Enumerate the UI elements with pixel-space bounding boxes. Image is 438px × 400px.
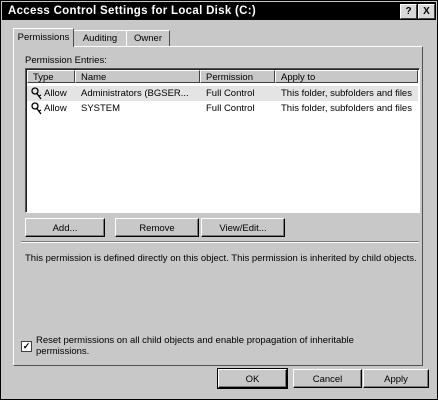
- table-row[interactable]: Allow Administrators (BGSER... Full Cont…: [27, 86, 418, 101]
- cell-name: Administrators (BGSER...: [81, 88, 189, 99]
- apply-button[interactable]: Apply: [363, 369, 429, 388]
- cell-type: Allow: [44, 88, 67, 99]
- window-title: Access Control Settings for Local Disk (…: [8, 5, 257, 17]
- cancel-button[interactable]: Cancel: [293, 369, 362, 388]
- key-icon: [31, 87, 42, 100]
- cell-permission: Full Control: [206, 103, 255, 114]
- access-control-dialog: Access Control Settings for Local Disk (…: [0, 0, 438, 400]
- cell-apply-to: This folder, subfolders and files: [281, 103, 412, 114]
- help-button[interactable]: ?: [400, 4, 417, 19]
- column-header-apply-to[interactable]: Apply to: [275, 70, 418, 83]
- separator: [21, 241, 419, 243]
- cell-type: Allow: [44, 103, 67, 114]
- column-header-type[interactable]: Type: [27, 70, 75, 83]
- cell-apply-to: This folder, subfolders and files: [281, 88, 412, 99]
- tab-owner[interactable]: Owner: [126, 30, 170, 46]
- ok-button[interactable]: OK: [217, 368, 288, 389]
- permission-entries-label: Permission Entries:: [25, 55, 107, 66]
- table-row[interactable]: Allow SYSTEM Full Control This folder, s…: [27, 101, 418, 116]
- reset-permissions-label[interactable]: Reset permissions on all child objects a…: [36, 335, 396, 357]
- tab-permissions[interactable]: Permissions: [13, 28, 74, 47]
- add-button[interactable]: Add...: [25, 218, 105, 237]
- cell-permission: Full Control: [206, 88, 255, 99]
- reset-permissions-checkbox[interactable]: ✓: [21, 341, 32, 352]
- view-edit-button[interactable]: View/Edit...: [201, 218, 285, 237]
- remove-button[interactable]: Remove: [115, 218, 199, 237]
- column-header-permission[interactable]: Permission: [200, 70, 275, 83]
- close-button[interactable]: X: [418, 4, 435, 19]
- cell-name: SYSTEM: [81, 103, 121, 114]
- permission-entries-list[interactable]: Type Name Permission Apply to Allow Admi…: [25, 68, 420, 213]
- title-bar[interactable]: Access Control Settings for Local Disk (…: [2, 2, 436, 20]
- permission-description: This permission is defined directly on t…: [25, 253, 417, 264]
- list-header: Type Name Permission Apply to: [27, 70, 418, 84]
- key-icon: [31, 102, 42, 115]
- tab-auditing[interactable]: Auditing: [73, 30, 127, 46]
- column-header-name[interactable]: Name: [75, 70, 200, 83]
